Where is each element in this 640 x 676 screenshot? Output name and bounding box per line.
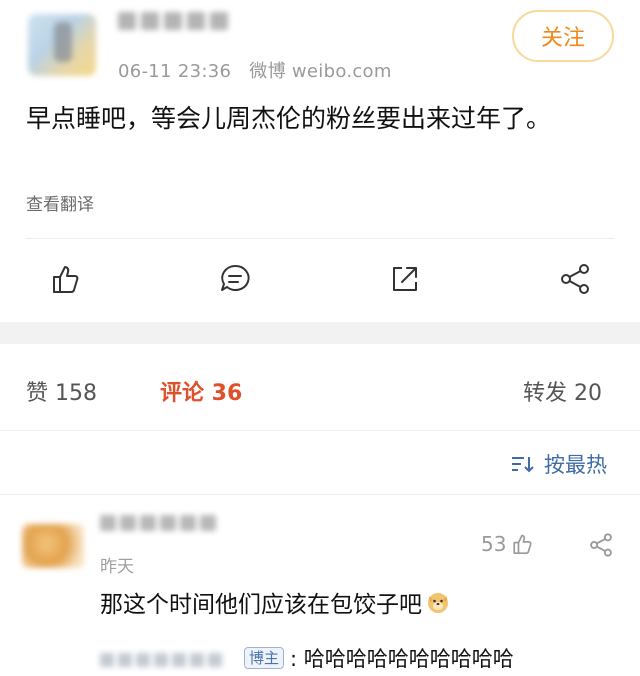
comment-username[interactable] (100, 515, 220, 537)
reposts-tab[interactable]: 转发 20 (523, 375, 602, 407)
comments-tab[interactable]: 评论 36 (160, 375, 242, 407)
comment-time: 昨天 (100, 557, 134, 577)
post-time: 06-11 23:36 (118, 61, 232, 82)
post-text: 早点睡吧，等会儿周杰伦的粉丝要出来过年了。 (26, 104, 552, 133)
comment-text: 那这个时间他们应该在包饺子吧 (100, 585, 450, 619)
post-header: 06-11 23:36 微博 weibo.com 关注 (0, 0, 640, 90)
author-name[interactable] (118, 12, 238, 38)
reply-username[interactable] (100, 648, 240, 668)
comment-share-icon[interactable] (588, 532, 614, 558)
op-badge: 博主 (244, 647, 285, 669)
stats-bar: 赞 158 评论 36 转发 20 (0, 344, 640, 430)
likes-tab[interactable]: 赞 158 (26, 375, 97, 407)
comment-avatar[interactable] (22, 524, 84, 568)
follow-button[interactable]: 关注 (512, 10, 614, 62)
post-source: 微博 weibo.com (249, 61, 392, 82)
like-icon[interactable] (48, 262, 82, 296)
comment-body: 那这个时间他们应该在包饺子吧 (100, 592, 422, 618)
divider (0, 430, 640, 431)
reply-preview[interactable]: 博主 : 哈哈哈哈哈哈哈哈哈哈 (100, 640, 514, 676)
repost-icon[interactable] (388, 262, 422, 296)
comment-icon[interactable] (218, 262, 252, 296)
divider (0, 494, 640, 495)
avatar[interactable] (28, 14, 96, 76)
divider (26, 238, 614, 239)
reply-text: : 哈哈哈哈哈哈哈哈哈哈 (290, 647, 514, 671)
sort-label: 按最热 (544, 453, 607, 477)
sort-icon (512, 457, 534, 473)
translate-link[interactable]: 查看翻译 (26, 190, 94, 215)
doge-icon (428, 593, 448, 613)
comment-like-button[interactable]: 53 (481, 532, 534, 556)
section-gap (0, 322, 640, 344)
post-meta: 06-11 23:36 微博 weibo.com (118, 57, 392, 83)
share-icon[interactable] (558, 262, 592, 296)
comment-like-count: 53 (481, 532, 507, 556)
sort-button[interactable]: 按最热 (510, 449, 607, 479)
like-icon (513, 534, 533, 555)
